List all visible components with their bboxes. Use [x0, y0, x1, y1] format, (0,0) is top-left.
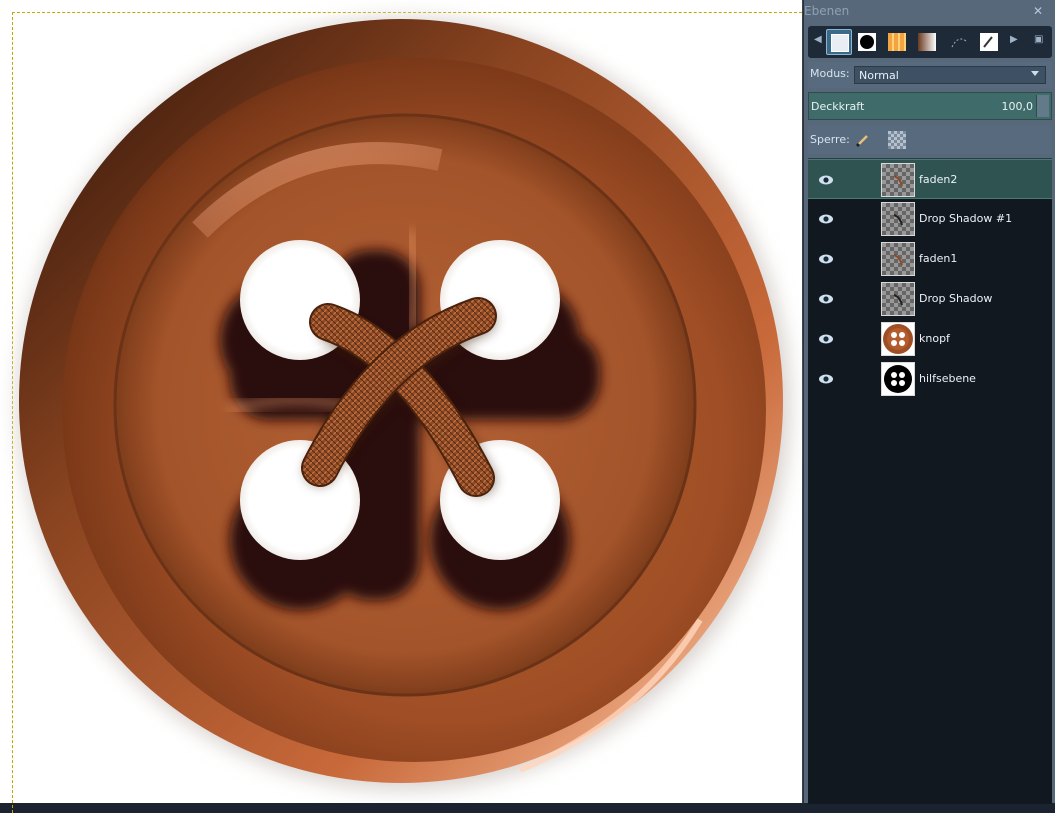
gradient-brown-icon: [918, 33, 936, 51]
mode-value: Normal: [859, 69, 899, 82]
opacity-slider[interactable]: Deckkraft 100,0: [808, 92, 1052, 120]
tab-scroll-right-icon[interactable]: ▶: [1010, 34, 1018, 45]
tab-scroll-left-icon[interactable]: ◀: [814, 34, 822, 45]
layer-row[interactable]: hilfsebene: [808, 359, 1052, 399]
visibility-eye-icon[interactable]: [818, 174, 834, 186]
gradient-orange-icon: [888, 33, 906, 51]
visibility-eye-icon[interactable]: [818, 293, 834, 305]
visibility-eye-icon[interactable]: [818, 373, 834, 385]
opacity-spinner[interactable]: [1036, 95, 1049, 117]
button-artwork: [18, 18, 790, 790]
lock-label: Sperre:: [810, 133, 850, 146]
layer-name: faden1: [919, 252, 958, 265]
paths-icon: [950, 33, 968, 51]
layer-thumbnail: [881, 362, 915, 396]
lock-pixels-brush-icon[interactable]: [854, 131, 872, 149]
layer-row[interactable]: knopf: [808, 319, 1052, 359]
mode-row: Modus: Normal: [808, 62, 1052, 88]
tab-paths[interactable]: [946, 29, 972, 55]
mode-label: Modus:: [810, 67, 850, 80]
mode-select[interactable]: Normal: [854, 66, 1046, 84]
panel-title: Ebenen: [804, 4, 850, 18]
tab-menu-icon[interactable]: ▣: [1034, 34, 1043, 45]
layers-icon: [831, 34, 849, 52]
layer-name: knopf: [919, 332, 950, 345]
visibility-eye-icon[interactable]: [818, 213, 834, 225]
image-canvas[interactable]: [0, 0, 803, 813]
lock-alpha-checker-icon[interactable]: [888, 131, 906, 149]
layer-thumbnail: [881, 282, 915, 316]
opacity-label: Deckkraft: [811, 100, 865, 113]
layer-thumbnail: [881, 202, 915, 236]
close-icon[interactable]: ✕: [1033, 4, 1043, 18]
layer-row[interactable]: faden2: [808, 159, 1052, 199]
layer-thumbnail: [881, 163, 915, 197]
layer-name: Drop Shadow #1: [919, 212, 1013, 225]
layer-name: faden2: [919, 173, 958, 186]
layer-row[interactable]: Drop Shadow #1: [808, 199, 1052, 239]
tab-channels[interactable]: [854, 29, 880, 55]
layer-name: Drop Shadow: [919, 292, 993, 305]
layers-panel: Ebenen ✕ ◀ ▶ ▣ Modus: Normal Deckkraft 1…: [803, 0, 1055, 804]
layer-thumbnail: [881, 322, 915, 356]
visibility-eye-icon[interactable]: [818, 333, 834, 345]
layer-thumbnail: [881, 242, 915, 276]
layers-list: faden2 Drop Shadow #1 faden1 Drop Shadow kno…: [808, 158, 1052, 804]
tab-gradient[interactable]: [914, 29, 940, 55]
tab-gradients[interactable]: [884, 29, 910, 55]
tab-brushes[interactable]: [976, 29, 1002, 55]
lock-row: Sperre:: [808, 126, 1052, 154]
layer-row[interactable]: faden1: [808, 239, 1052, 279]
visibility-eye-icon[interactable]: [818, 253, 834, 265]
layer-row[interactable]: Drop Shadow: [808, 279, 1052, 319]
brush-icon: [980, 33, 998, 51]
tab-layers[interactable]: [826, 29, 852, 55]
chevron-down-icon: [1031, 71, 1039, 76]
opacity-value: 100,0: [1001, 100, 1034, 113]
circle-icon: [858, 33, 876, 51]
layer-name: hilfsebene: [919, 372, 976, 385]
dock-tab-strip: ◀ ▶ ▣: [808, 26, 1052, 58]
